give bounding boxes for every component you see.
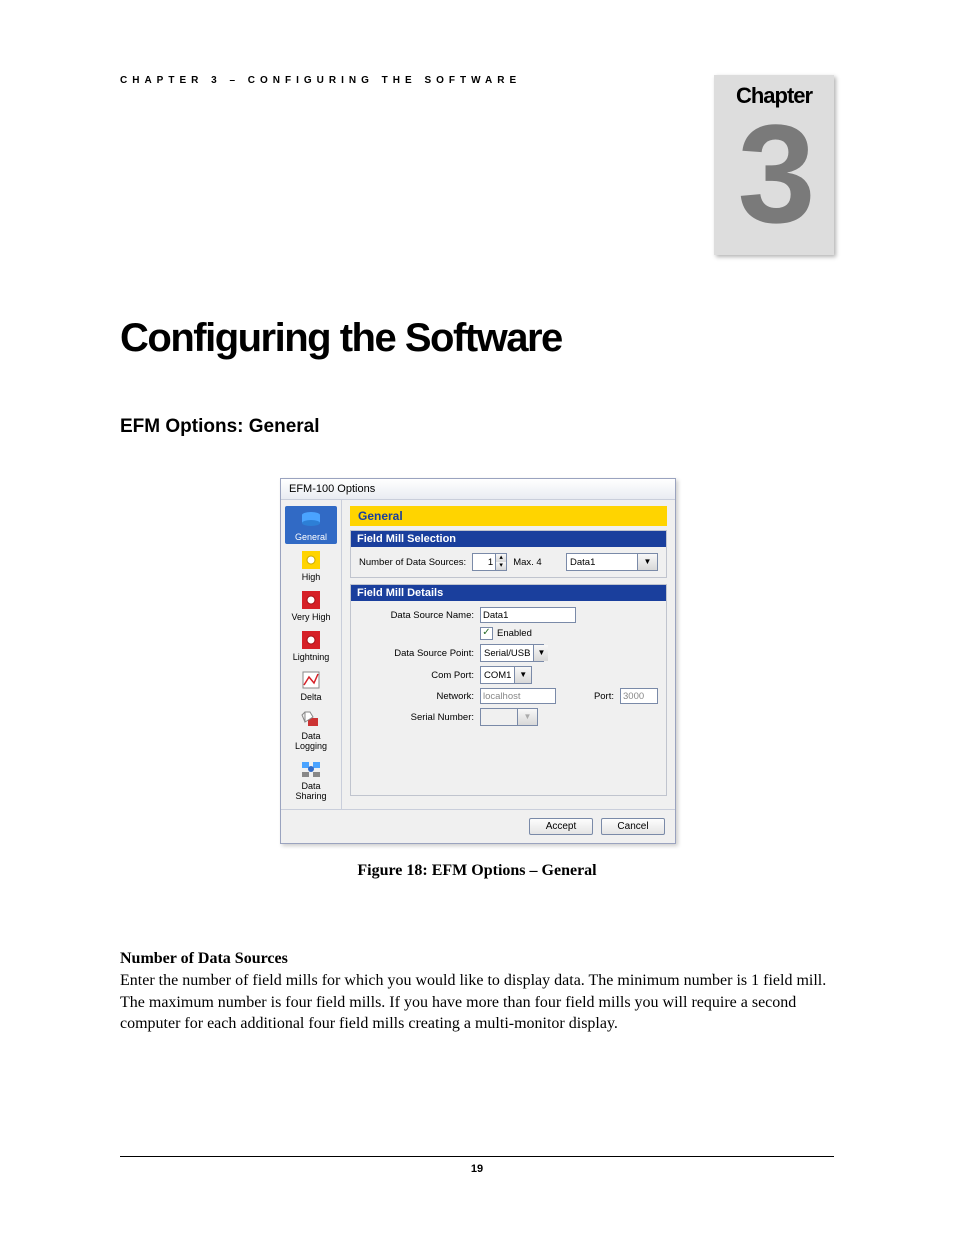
num-sources-input[interactable] (473, 557, 495, 568)
chevron-down-icon[interactable]: ▼ (533, 645, 548, 661)
num-sources-label: Number of Data Sources: (359, 557, 466, 568)
spinner-up-icon[interactable]: ▴ (495, 554, 506, 562)
chapter-badge: Chapter 3 (714, 75, 834, 255)
num-sources-spinner[interactable]: ▴ ▾ (472, 553, 507, 571)
cancel-button[interactable]: Cancel (601, 818, 665, 835)
serial-label: Serial Number: (359, 712, 474, 723)
sidebar-item-label: General (295, 533, 327, 543)
dsname-input[interactable] (480, 607, 576, 623)
lightning-icon (300, 629, 322, 651)
checkmark-icon: ✓ (480, 627, 493, 640)
enabled-label: Enabled (497, 628, 532, 639)
spinner-down-icon[interactable]: ▾ (495, 562, 506, 570)
dspoint-label: Data Source Point: (359, 648, 474, 659)
figure-caption: Figure 18: EFM Options – General (280, 862, 674, 880)
comport-value: COM1 (481, 670, 514, 681)
network-input[interactable] (480, 688, 556, 704)
max-label: Max. 4 (513, 557, 542, 568)
dspoint-select[interactable]: Serial/USB ▼ (480, 644, 544, 662)
sidebar-item-datasharing[interactable]: Data Sharing (285, 755, 337, 803)
datalogging-icon (300, 708, 322, 730)
chapter-number: 3 (714, 109, 834, 239)
sidebar-item-label: Data Sharing (285, 782, 337, 802)
options-sidebar: General High Very High (281, 500, 342, 809)
datasharing-icon (300, 758, 322, 780)
network-label: Network: (359, 691, 474, 702)
serial-select: ▼ (480, 708, 538, 726)
sidebar-item-label: Data Logging (285, 732, 337, 752)
sidebar-item-datalogging[interactable]: Data Logging (285, 705, 337, 753)
page-title: Configuring the Software (120, 316, 834, 361)
chevron-down-icon[interactable]: ▼ (637, 554, 657, 570)
sidebar-item-label: Lightning (293, 653, 330, 663)
sidebar-item-lightning[interactable]: Lightning (285, 626, 337, 664)
field-mill-selection-group: Field Mill Selection Number of Data Sour… (350, 530, 667, 578)
paragraph-heading: Number of Data Sources (120, 950, 834, 968)
paragraph-body: Enter the number of field mills for whic… (120, 970, 834, 1035)
sidebar-item-label: High (302, 573, 321, 583)
general-icon (300, 509, 322, 531)
mill-selector-value: Data1 (567, 557, 637, 568)
veryhigh-icon (300, 589, 322, 611)
panel-title: General (350, 506, 667, 526)
comport-select[interactable]: COM1 ▼ (480, 666, 532, 684)
mill-selector[interactable]: Data1 ▼ (566, 553, 658, 571)
chevron-down-icon[interactable]: ▼ (514, 667, 531, 683)
enabled-checkbox[interactable]: ✓ Enabled (480, 627, 532, 640)
sidebar-item-label: Very High (291, 613, 330, 623)
comport-label: Com Port: (359, 670, 474, 681)
sidebar-item-general[interactable]: General (285, 506, 337, 544)
delta-icon (300, 669, 322, 691)
port-input[interactable] (620, 688, 658, 704)
field-mill-details-group: Field Mill Details Data Source Name: ✓ (350, 584, 667, 796)
high-icon (300, 549, 322, 571)
dsname-label: Data Source Name: (359, 610, 474, 621)
group-title: Field Mill Selection (351, 531, 666, 547)
group-title: Field Mill Details (351, 585, 666, 601)
port-label: Port: (594, 691, 614, 702)
dialog-title: EFM-100 Options (281, 479, 675, 500)
dspoint-value: Serial/USB (481, 648, 533, 659)
accept-button[interactable]: Accept (529, 818, 593, 835)
chevron-down-icon: ▼ (517, 709, 537, 725)
sidebar-item-label: Delta (300, 693, 321, 703)
sidebar-item-high[interactable]: High (285, 546, 337, 584)
section-heading: EFM Options: General (120, 416, 834, 438)
sidebar-item-veryhigh[interactable]: Very High (285, 586, 337, 624)
efm-options-dialog: EFM-100 Options General High (280, 478, 676, 844)
sidebar-item-delta[interactable]: Delta (285, 666, 337, 704)
page-number: 19 (120, 1156, 834, 1175)
